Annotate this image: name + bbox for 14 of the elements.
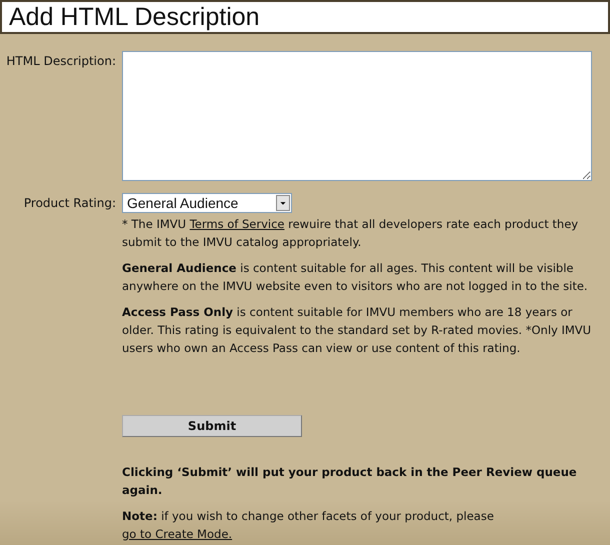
rating-dropdown[interactable]: General Audience — [122, 193, 292, 213]
note-text: Note: if you wish to change other facets of your product, please go to Create Mode. — [122, 508, 495, 543]
rating-description: Access Pass Only is content suitable for IMVU members who are 18 years or older. This rating is equivalent to the standard set by R-rated movies. *Only IMVU users who own an Access Pass can view or use content of this rating. — [122, 304, 592, 357]
terms-link[interactable]: Terms of Service — [190, 217, 284, 231]
field-label: Product Rating: — [22, 195, 116, 212]
submit-button[interactable]: Submit — [122, 415, 302, 437]
html-description-field[interactable] — [122, 51, 592, 181]
rating-description: General Audience is content suitable for all ages. This content will be visible anywhere on the IMVU website even to visitors who are not logged in to the site. — [122, 260, 589, 295]
create-mode-link[interactable]: go to Create Mode. — [122, 527, 232, 541]
terms-text: * The IMVU Terms of Service rewuire that all developers rate each product they submit to the IMVU catalog appropriately. — [122, 216, 580, 251]
caret-icon — [276, 195, 290, 211]
warning-text: Clicking ‘Submit’ will put your product back in the Peer Review queue again. — [122, 464, 578, 499]
page-title: Add HTML Description — [0, 0, 610, 34]
field-label: HTML Description: — [5, 53, 116, 70]
